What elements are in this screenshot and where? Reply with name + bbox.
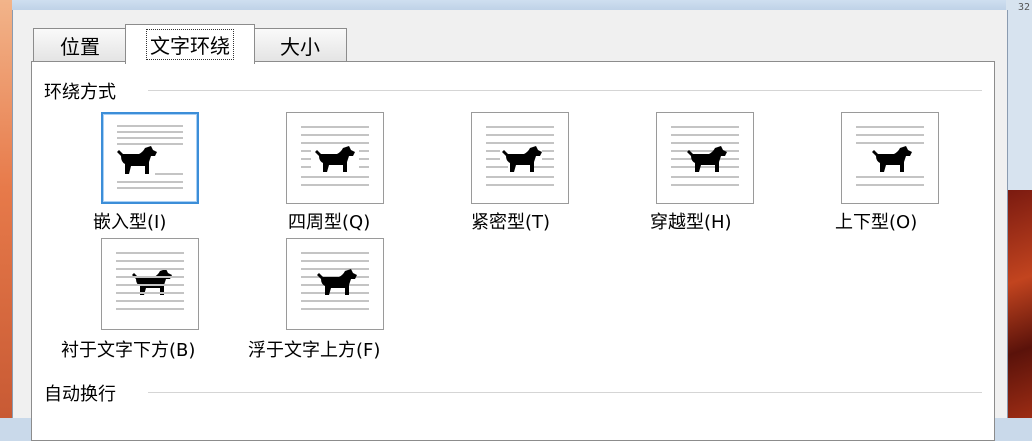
tab-position[interactable]: 位置 — [33, 28, 127, 61]
option-label: 衬于文字下方(B) — [61, 340, 196, 361]
section-divider — [148, 90, 982, 91]
tab-text-wrapping[interactable]: 文字环绕 — [125, 24, 255, 64]
option-label: 浮于文字上方(F) — [248, 340, 381, 361]
in-front-text-icon — [286, 238, 384, 330]
top-bottom-wrap-icon — [841, 112, 939, 204]
tight-wrap-icon — [471, 112, 569, 204]
option-label: 四周型(Q) — [288, 212, 371, 233]
behind-text-icon — [101, 238, 199, 330]
layout-dialog: 位置 文字环绕 大小 环绕方式 嵌入型(I) 四周型(Q) 紧密型(T) 穿越型… — [12, 10, 1008, 441]
text-wrapping-panel: 环绕方式 嵌入型(I) 四周型(Q) 紧密型(T) 穿越型(H) 上下型(O) … — [31, 61, 995, 441]
option-label: 嵌入型(I) — [93, 212, 167, 233]
through-wrap-icon — [656, 112, 754, 204]
option-label: 紧密型(T) — [471, 212, 551, 233]
tab-label: 位置 — [60, 34, 100, 59]
square-wrap-icon — [286, 112, 384, 204]
inline-wrap-icon — [101, 112, 199, 204]
background-window-left — [0, 0, 12, 418]
background-image — [1006, 190, 1032, 418]
section-title: 自动换行 — [44, 384, 116, 405]
wrap-style-section: 环绕方式 — [44, 78, 984, 104]
ruler-number: 32 — [1017, 2, 1030, 13]
tab-size[interactable]: 大小 — [253, 28, 347, 61]
tab-label: 大小 — [280, 34, 320, 59]
section-title: 环绕方式 — [44, 82, 116, 103]
auto-wrap-section: 自动换行 — [44, 380, 984, 406]
section-divider — [148, 392, 982, 393]
option-label: 穿越型(H) — [650, 212, 732, 233]
option-label: 上下型(O) — [835, 212, 918, 233]
tab-label: 文字环绕 — [146, 29, 234, 60]
